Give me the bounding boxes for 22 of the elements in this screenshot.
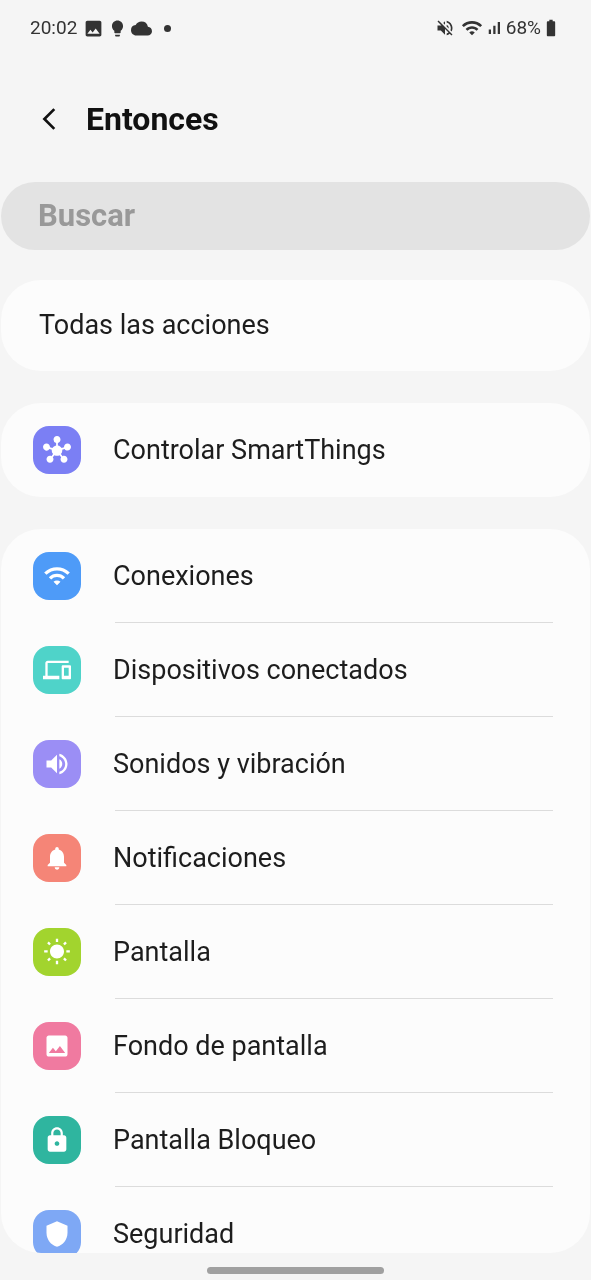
battery-level: 68% bbox=[505, 14, 541, 41]
settings-item[interactable]: Notificaciones bbox=[1, 811, 590, 905]
item-label: Notificaciones bbox=[113, 840, 287, 876]
settings-item[interactable]: Fondo de pantalla bbox=[1, 999, 590, 1093]
item-label: Pantalla Bloqueo bbox=[113, 1122, 317, 1158]
page-title: Entonces bbox=[86, 99, 219, 140]
status-time: 20:02 bbox=[30, 14, 78, 41]
settings-item[interactable]: Dispositivos conectados bbox=[1, 623, 590, 717]
item-label: Conexiones bbox=[113, 558, 254, 594]
settings-item[interactable]: Pantalla bbox=[1, 905, 590, 999]
item-label: Sonidos y vibración bbox=[113, 746, 346, 782]
settings-item[interactable]: Conexiones bbox=[1, 529, 590, 623]
item-label: Controlar SmartThings bbox=[113, 432, 386, 468]
settings-item[interactable]: Sonidos y vibración bbox=[1, 717, 590, 811]
item-label: Dispositivos conectados bbox=[113, 652, 408, 688]
item-label: Pantalla bbox=[113, 934, 211, 970]
item-label: Seguridad bbox=[113, 1216, 235, 1252]
item-label: Fondo de pantalla bbox=[113, 1028, 328, 1064]
settings-item[interactable]: Seguridad bbox=[1, 1187, 590, 1253]
settings-item[interactable]: Controlar SmartThings bbox=[1, 403, 590, 497]
settings-item[interactable]: Pantalla Bloqueo bbox=[1, 1093, 590, 1187]
all-actions-item[interactable]: Todas las acciones bbox=[1, 280, 590, 371]
